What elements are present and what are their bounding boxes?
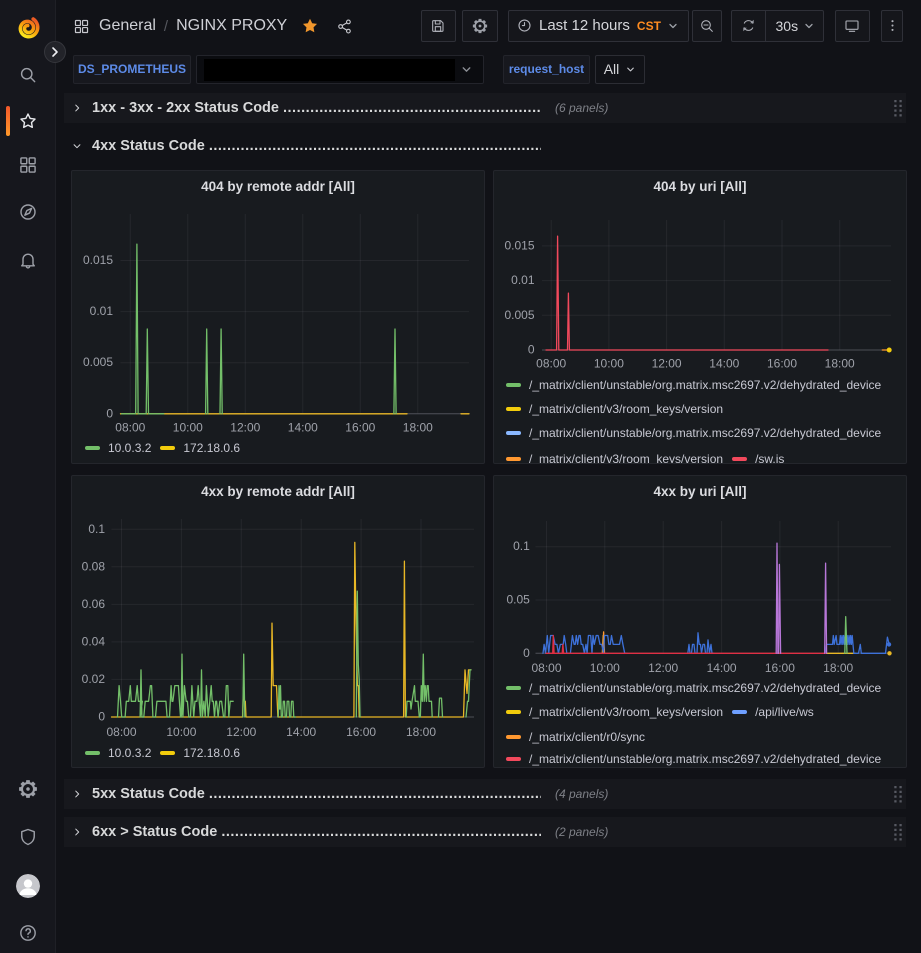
svg-text:12:00: 12:00 xyxy=(226,725,256,739)
svg-text:08:00: 08:00 xyxy=(536,357,566,371)
svg-text:18:00: 18:00 xyxy=(823,661,853,675)
svg-text:14:00: 14:00 xyxy=(288,420,318,434)
svg-text:0: 0 xyxy=(98,710,105,724)
svg-text:0.1: 0.1 xyxy=(88,522,105,536)
svg-text:14:00: 14:00 xyxy=(286,725,316,739)
svg-text:0.015: 0.015 xyxy=(504,238,534,252)
svg-text:16:00: 16:00 xyxy=(767,357,797,371)
svg-text:10:00: 10:00 xyxy=(173,420,203,434)
svg-text:18:00: 18:00 xyxy=(825,357,855,371)
svg-text:16:00: 16:00 xyxy=(765,661,795,675)
svg-text:12:00: 12:00 xyxy=(648,661,678,675)
svg-text:0.01: 0.01 xyxy=(511,273,535,287)
svg-text:0.015: 0.015 xyxy=(83,253,113,267)
svg-text:0.06: 0.06 xyxy=(82,597,106,611)
svg-text:0: 0 xyxy=(106,406,113,420)
svg-text:0.08: 0.08 xyxy=(82,559,106,573)
svg-text:08:00: 08:00 xyxy=(106,725,136,739)
svg-text:0.005: 0.005 xyxy=(504,308,534,322)
svg-text:16:00: 16:00 xyxy=(345,420,375,434)
svg-text:08:00: 08:00 xyxy=(531,661,561,675)
svg-text:16:00: 16:00 xyxy=(346,725,376,739)
svg-text:0.04: 0.04 xyxy=(82,634,106,648)
svg-text:12:00: 12:00 xyxy=(652,357,682,371)
svg-text:12:00: 12:00 xyxy=(230,420,260,434)
svg-text:10:00: 10:00 xyxy=(166,725,196,739)
svg-text:0.01: 0.01 xyxy=(90,304,114,318)
svg-text:0.05: 0.05 xyxy=(506,593,530,607)
svg-text:10:00: 10:00 xyxy=(594,357,624,371)
svg-text:0.005: 0.005 xyxy=(83,355,113,369)
svg-text:0: 0 xyxy=(528,343,535,357)
svg-text:10:00: 10:00 xyxy=(590,661,620,675)
svg-text:14:00: 14:00 xyxy=(707,661,737,675)
svg-text:18:00: 18:00 xyxy=(406,725,436,739)
svg-text:0: 0 xyxy=(523,646,530,660)
svg-text:14:00: 14:00 xyxy=(709,357,739,371)
svg-text:0.1: 0.1 xyxy=(513,539,530,553)
svg-text:0.02: 0.02 xyxy=(82,672,106,686)
svg-text:18:00: 18:00 xyxy=(403,420,433,434)
svg-text:08:00: 08:00 xyxy=(115,420,145,434)
